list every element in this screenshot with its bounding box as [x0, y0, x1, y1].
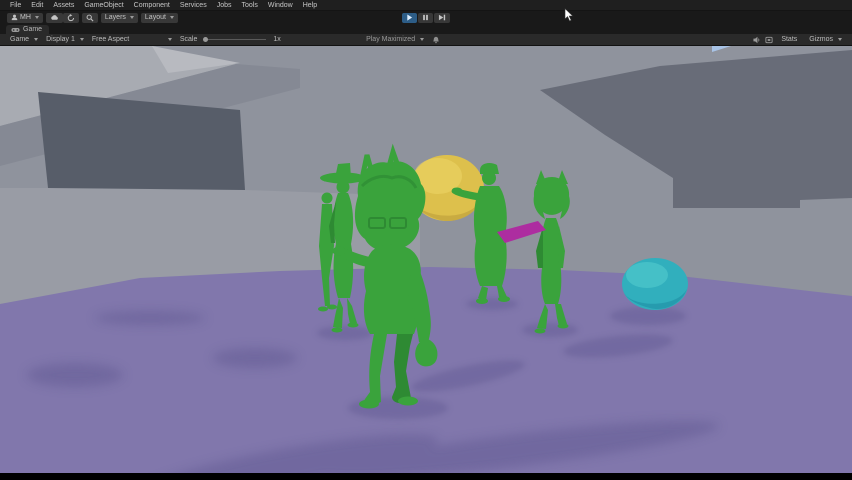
main-toolbar: MH Layers Layout	[0, 11, 852, 24]
menu-item-tools[interactable]: Tools	[237, 0, 263, 11]
menu-item-component[interactable]: Component	[129, 0, 175, 11]
scale-slider-knob[interactable]	[203, 37, 209, 42]
game-scene-canvas	[0, 46, 852, 473]
cloud-icon	[50, 14, 59, 21]
scale-control: Scale 1x	[176, 34, 285, 46]
aspect-ratio-dropdown[interactable]: Free Aspect	[88, 34, 176, 46]
person-icon	[11, 14, 18, 21]
layers-dropdown[interactable]: Layers	[100, 12, 138, 23]
layout-label: Layout	[144, 14, 166, 21]
gizmos-dropdown[interactable]: Gizmos	[805, 34, 846, 46]
chevron-down-icon	[129, 16, 134, 19]
chevron-down-icon	[34, 38, 39, 41]
search-button[interactable]	[81, 12, 98, 23]
display-dropdown-label: Display 1	[46, 36, 75, 43]
pause-icon	[422, 14, 429, 21]
search-icon	[86, 14, 94, 22]
undo-history-button[interactable]	[62, 12, 79, 23]
tab-game-label: Game	[23, 26, 43, 33]
history-icon	[67, 13, 75, 22]
chevron-down-icon	[79, 38, 84, 41]
chevron-down-icon	[838, 38, 842, 41]
game-view-dropdown-label: Game	[10, 36, 30, 43]
menu-item-edit[interactable]: Edit	[26, 0, 48, 11]
gizmos-label: Gizmos	[809, 36, 833, 43]
vsync-frame-icon[interactable]	[765, 36, 773, 44]
menu-item-jobs[interactable]: Jobs	[212, 0, 237, 11]
step-button[interactable]	[434, 12, 450, 23]
bottom-letterbox-bar	[0, 473, 852, 480]
stats-button[interactable]: Stats	[777, 34, 801, 46]
chevron-down-icon	[34, 16, 39, 19]
menu-item-file[interactable]: File	[5, 0, 26, 11]
speaker-icon[interactable]	[753, 36, 761, 44]
game-view-toolbar: Game Display 1 Free Aspect Scale 1x Play…	[0, 34, 852, 46]
menu-item-gameobject[interactable]: GameObject	[79, 0, 128, 11]
step-icon	[438, 14, 446, 21]
menu-bar: File Edit Assets GameObject Component Se…	[0, 0, 852, 11]
scale-slider[interactable]	[203, 37, 267, 42]
bell-icon	[432, 36, 440, 44]
play-controls	[402, 12, 450, 23]
mute-audio-toggle[interactable]	[428, 34, 444, 46]
cyan-ball	[622, 258, 688, 310]
play-button[interactable]	[402, 12, 417, 23]
menu-item-window[interactable]: Window	[263, 0, 298, 11]
chevron-down-icon	[169, 16, 174, 19]
aspect-ratio-label: Free Aspect	[91, 36, 130, 43]
menu-item-assets[interactable]: Assets	[48, 0, 79, 11]
chevron-down-icon	[420, 38, 425, 41]
display-dropdown[interactable]: Display 1	[42, 34, 88, 46]
play-icon	[406, 14, 413, 21]
stats-label: Stats	[781, 36, 798, 43]
cyan-ball-shadow	[610, 307, 686, 325]
chevron-down-icon	[167, 38, 172, 41]
panel-tab-row: Game	[0, 24, 852, 34]
menu-item-help[interactable]: Help	[298, 0, 322, 11]
play-maximized-dropdown[interactable]: Play Maximized	[362, 34, 428, 46]
scale-value: 1x	[273, 36, 281, 43]
play-maximized-label: Play Maximized	[366, 36, 416, 43]
account-dropdown[interactable]: MH	[7, 12, 43, 23]
layers-label: Layers	[104, 14, 126, 21]
menu-item-services[interactable]: Services	[175, 0, 212, 11]
layout-dropdown[interactable]: Layout	[140, 12, 178, 23]
gamepad-icon	[11, 27, 20, 33]
unity-editor-window: File Edit Assets GameObject Component Se…	[0, 0, 852, 480]
scale-label: Scale	[179, 36, 198, 43]
cloud-services-button[interactable]	[45, 12, 63, 23]
account-label: MH	[20, 14, 31, 21]
game-view-viewport[interactable]	[0, 46, 852, 473]
game-view-dropdown[interactable]: Game	[6, 34, 42, 46]
pause-button[interactable]	[418, 12, 433, 23]
